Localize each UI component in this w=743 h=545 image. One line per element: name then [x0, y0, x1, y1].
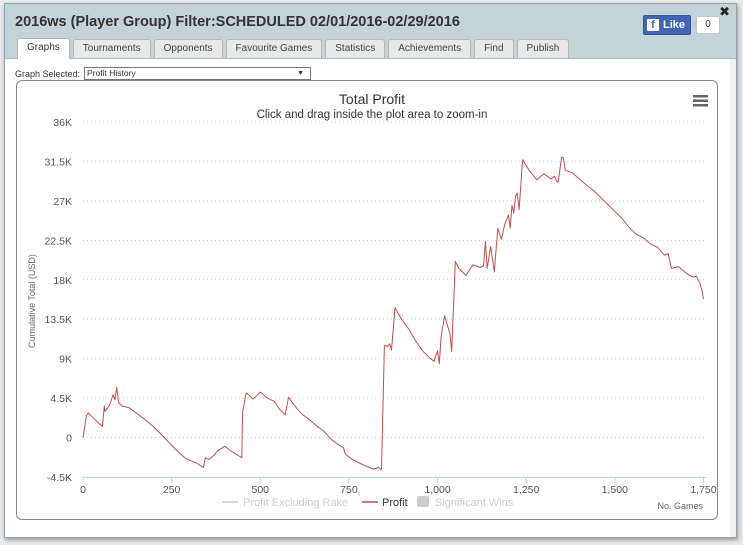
- tab-tournaments[interactable]: Tournaments: [72, 39, 151, 58]
- x-tick-label: 1,250: [513, 484, 539, 496]
- graph-select-label: Graph Selected:: [15, 68, 81, 79]
- y-tick-label: 0: [66, 433, 72, 445]
- dialog-title: 2016ws (Player Group) Filter:SCHEDULED 0…: [15, 14, 460, 30]
- x-axis-label: No. Games: [657, 501, 703, 511]
- y-tick-label: 18K: [53, 275, 72, 287]
- y-tick-label: 27K: [53, 196, 72, 208]
- y-tick-label: 13.5K: [45, 314, 72, 326]
- tab-favourite-games[interactable]: Favourite Games: [225, 39, 323, 58]
- dialog-header: 2016ws (Player Group) Filter:SCHEDULED 0…: [5, 4, 736, 59]
- legend-label-significant-wins: Significant Wins: [435, 497, 514, 509]
- vertical-scrollbar[interactable]: [730, 59, 736, 537]
- tab-graphs[interactable]: Graphs: [17, 38, 70, 59]
- close-icon[interactable]: ✖: [719, 5, 730, 19]
- chart-title: Total Profit: [339, 91, 405, 107]
- legend-item-profit[interactable]: Profit: [362, 497, 408, 509]
- y-tick-label: 31.5K: [45, 156, 72, 168]
- legend-item-profit-excluding-rake[interactable]: Profit Excluding Rake: [222, 497, 348, 509]
- tournament-results-dialog: 2016ws (Player Group) Filter:SCHEDULED 0…: [4, 3, 737, 538]
- graph-select-value: Profit History: [87, 68, 136, 78]
- graph-select-dropdown[interactable]: Profit History ▼: [84, 67, 312, 80]
- tab-statistics[interactable]: Statistics: [325, 39, 386, 58]
- tab-opponents[interactable]: Opponents: [153, 39, 223, 58]
- chart-container[interactable]: -4.5K 0 4.5K 9K 13.5K 18K 22.5K 27K 31.5K 36K 0 25…: [16, 80, 718, 520]
- tab-bar: Graphs Tournaments Opponents Favourite G…: [17, 38, 570, 59]
- y-tick-label: 36K: [53, 117, 72, 129]
- series-line-profit[interactable]: [82, 156, 704, 471]
- dropdown-arrow-icon: ▼: [297, 70, 305, 77]
- like-label: Like: [663, 19, 686, 31]
- facebook-logo-icon: f: [647, 19, 659, 31]
- y-tick-label: 9K: [59, 354, 72, 366]
- tab-achievements[interactable]: Achievements: [388, 39, 472, 58]
- x-axis: 0 250 500 750 1,000 1,250 1,500 1,750: [80, 477, 717, 496]
- tab-find[interactable]: Find: [474, 39, 514, 58]
- tab-publish[interactable]: Publish: [516, 39, 570, 58]
- legend-box-significant-wins: [417, 496, 429, 507]
- chart-legend: Profit Excluding Rake Profit Significant…: [222, 496, 514, 509]
- like-button-body[interactable]: f Like: [643, 15, 692, 35]
- x-tick-label: 0: [80, 484, 86, 496]
- like-count: 0: [692, 16, 721, 34]
- series-layer: [82, 156, 704, 471]
- legend-label-profit: Profit: [382, 497, 408, 509]
- profit-chart[interactable]: -4.5K 0 4.5K 9K 13.5K 18K 22.5K 27K 31.5K 36K 0 25…: [17, 81, 717, 519]
- y-tick-label: -4.5K: [47, 472, 72, 484]
- y-axis-tick-labels: -4.5K 0 4.5K 9K 13.5K 18K 22.5K 27K 31.5K 36K: [45, 117, 73, 484]
- graph-select-row: Graph Selected: Profit History ▼: [15, 67, 312, 80]
- x-tick-label: 1,000: [424, 484, 450, 496]
- legend-label-profit-excluding-rake: Profit Excluding Rake: [243, 497, 348, 509]
- chart-subtitle: Click and drag inside the plot area to z…: [257, 109, 488, 121]
- x-tick-label: 1,750: [690, 484, 716, 496]
- y-tick-label: 22.5K: [45, 235, 72, 247]
- x-tick-label: 1,500: [602, 484, 628, 496]
- facebook-like-button[interactable]: f Like 0: [643, 15, 721, 35]
- legend-item-significant-wins[interactable]: Significant Wins: [417, 496, 514, 509]
- grid-lines: [83, 121, 707, 478]
- y-tick-label: 4.5K: [50, 393, 72, 405]
- x-tick-label: 750: [340, 484, 358, 496]
- x-tick-label: 500: [252, 484, 270, 496]
- chart-menu-icon[interactable]: [690, 92, 711, 110]
- x-tick-label: 250: [163, 484, 181, 496]
- y-axis-label: Cumulative Total (USD): [27, 254, 37, 348]
